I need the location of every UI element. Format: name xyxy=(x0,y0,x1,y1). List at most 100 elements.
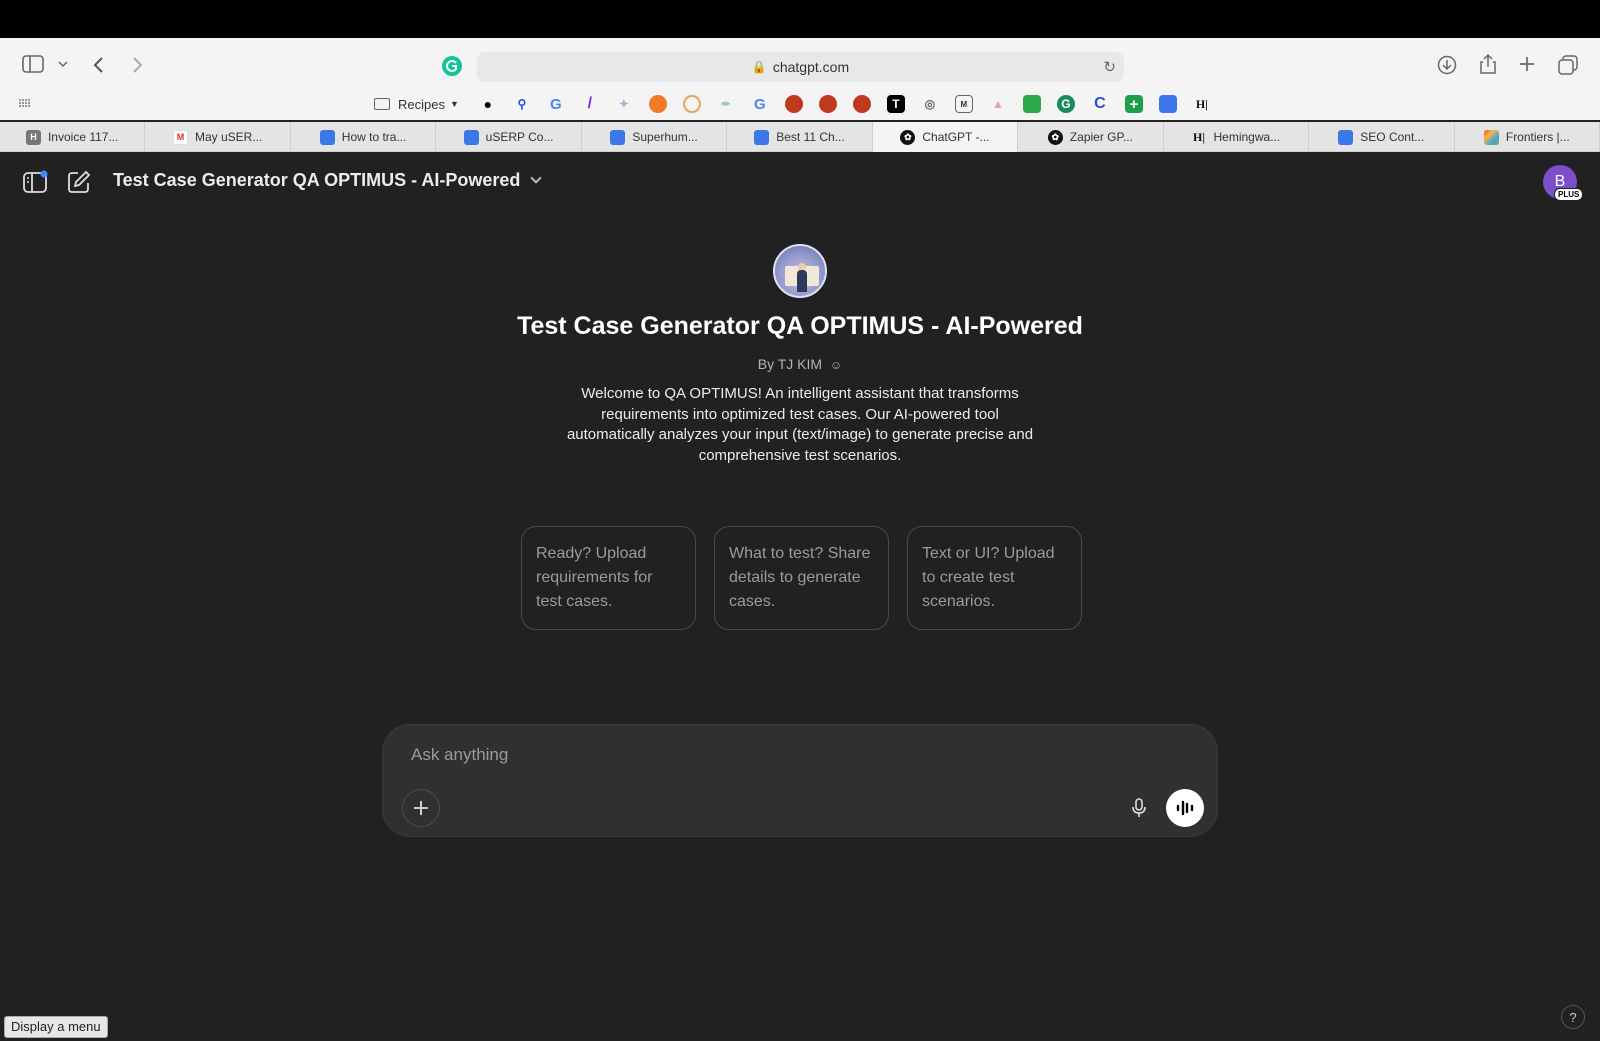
tab-zapier[interactable]: ✿ Zapier GP... xyxy=(1018,122,1164,152)
tab-doc[interactable]: How to tra... xyxy=(291,122,437,152)
address-bar[interactable]: 🔒 chatgpt.com ↻ xyxy=(477,52,1124,82)
tab-label: Invoice 117... xyxy=(47,130,119,144)
reload-icon[interactable]: ↻ xyxy=(1103,58,1116,76)
chevron-down-icon[interactable] xyxy=(58,60,68,68)
header-title: Test Case Generator QA OPTIMUS - AI-Powe… xyxy=(113,170,521,190)
plan-badge: PLUS xyxy=(1554,188,1584,201)
apple-bookmark-icon[interactable]: ● xyxy=(479,95,497,113)
tab-chatgpt[interactable]: ✿ ChatGPT -... xyxy=(872,122,1019,152)
globe-bookmark-icon[interactable]: ◎ xyxy=(921,95,939,113)
tab-doc[interactable]: uSERP Co... xyxy=(436,122,582,152)
tab-strip: H Invoice 117... M May uSER... How to tra.… xyxy=(0,122,1600,152)
google-bookmark-icon[interactable]: G xyxy=(751,95,769,113)
apps-grid-icon[interactable] xyxy=(18,98,32,108)
docs-bookmark-icon[interactable] xyxy=(1158,95,1177,113)
tab-label: Superhum... xyxy=(632,130,698,144)
c-bookmark-icon[interactable]: C xyxy=(1091,95,1109,113)
screen-top-bar xyxy=(0,0,1600,38)
bookmark-folder-label: Recipes xyxy=(398,96,445,112)
dictate-button[interactable] xyxy=(1120,789,1158,827)
slash-bookmark-icon[interactable]: / xyxy=(581,95,599,113)
tab-frontiers[interactable]: Frontiers |... xyxy=(1455,122,1600,152)
voice-mode-button[interactable] xyxy=(1166,789,1204,827)
tab-label: Best 11 Ch... xyxy=(776,130,845,144)
tab-doc[interactable]: Best 11 Ch... xyxy=(727,122,873,152)
gpt-name: Test Case Generator QA OPTIMUS - AI-Powe… xyxy=(517,312,1083,340)
sheets-bookmark-icon[interactable]: + xyxy=(1124,95,1143,113)
frontiers-icon xyxy=(1483,129,1499,145)
starter-card[interactable]: What to test? Share details to generate … xyxy=(714,526,889,630)
sidebar-icon[interactable] xyxy=(23,170,49,194)
red-bookmark-icon[interactable] xyxy=(818,95,837,113)
gpt-description: Welcome to QA OPTIMUS! An intelligent as… xyxy=(566,385,1034,464)
status-tooltip: Display a menu xyxy=(4,1016,108,1038)
search-bookmark-icon[interactable]: ⚲ xyxy=(513,95,531,113)
ring-bookmark-icon[interactable] xyxy=(682,95,701,113)
grammarly-icon[interactable] xyxy=(441,55,463,77)
tab-doc[interactable]: Superhum... xyxy=(582,122,728,152)
orange-bookmark-icon[interactable] xyxy=(648,95,667,113)
green-bookmark-icon[interactable] xyxy=(1022,95,1041,113)
sidebar-toggle-icon[interactable] xyxy=(22,55,44,73)
share-icon[interactable] xyxy=(1479,53,1497,75)
chevron-down-icon: ▼ xyxy=(449,99,459,109)
tab-invoice[interactable]: H Invoice 117... xyxy=(0,122,146,152)
help-button[interactable]: ? xyxy=(1561,1005,1585,1029)
tab-label: SEO Cont... xyxy=(1360,130,1425,144)
google-bookmark-icon[interactable]: G xyxy=(547,95,565,113)
plus-icon xyxy=(414,801,428,815)
grammarly-bookmark-icon[interactable]: G xyxy=(1056,95,1075,113)
feather-bookmark-icon[interactable]: ✒ xyxy=(717,95,735,113)
tab-label: Hemingwa... xyxy=(1213,130,1281,144)
tab-gmail[interactable]: M May uSER... xyxy=(145,122,291,152)
attach-button[interactable] xyxy=(402,789,440,827)
tab-overview-icon[interactable] xyxy=(1558,55,1578,75)
tab-label: How to tra... xyxy=(341,130,407,144)
red-bookmark-icon[interactable] xyxy=(852,95,871,113)
waveform-icon xyxy=(1176,800,1194,816)
chevron-down-icon xyxy=(530,172,543,184)
new-tab-icon[interactable] xyxy=(1518,55,1536,73)
pink-bookmark-icon[interactable]: ▲ xyxy=(989,95,1007,113)
tool-bookmark-icon[interactable]: ✦ xyxy=(615,95,633,113)
t-bookmark-icon[interactable]: T xyxy=(886,95,905,113)
openai-icon: ✿ xyxy=(1047,129,1063,145)
hemingway-bookmark-icon[interactable]: H| xyxy=(1193,95,1211,113)
folder-icon xyxy=(374,98,390,110)
starter-card[interactable]: Text or UI? Upload to create test scenar… xyxy=(907,526,1082,630)
tab-label: May uSER... xyxy=(195,130,263,144)
gpt-title-dropdown[interactable]: Test Case Generator QA OPTIMUS - AI-Powe… xyxy=(113,170,543,191)
tab-hemingway[interactable]: H| Hemingwa... xyxy=(1164,122,1310,152)
tab-label: Frontiers |... xyxy=(1505,130,1570,144)
person-icon: ☺ xyxy=(829,358,843,372)
tab-label: Zapier GP... xyxy=(1069,130,1133,144)
openai-icon: ✿ xyxy=(900,129,916,145)
byline-text: By TJ KIM xyxy=(757,356,823,372)
url-text: chatgpt.com xyxy=(772,59,850,75)
tab-label: ChatGPT -... xyxy=(922,130,990,144)
message-input[interactable] xyxy=(411,741,1171,769)
message-composer xyxy=(382,724,1218,837)
forward-icon[interactable] xyxy=(132,56,144,74)
tab-label: uSERP Co... xyxy=(485,130,554,144)
gpt-byline: By TJ KIM ☺ xyxy=(0,356,1600,372)
docs-icon xyxy=(754,129,770,145)
help-label: ? xyxy=(1569,1009,1577,1025)
gmail-icon: M xyxy=(173,129,188,145)
conversation-starters: Ready? Upload requirements for test case… xyxy=(521,526,1082,630)
download-icon[interactable] xyxy=(1437,55,1457,75)
docs-icon xyxy=(463,129,479,145)
microphone-icon xyxy=(1132,798,1146,817)
back-icon[interactable] xyxy=(92,56,104,74)
tab-doc[interactable]: SEO Cont... xyxy=(1309,122,1455,152)
red-bookmark-icon[interactable] xyxy=(784,95,803,113)
starter-card[interactable]: Ready? Upload requirements for test case… xyxy=(521,526,696,630)
new-chat-icon[interactable] xyxy=(67,170,91,194)
bookmark-folder-recipes[interactable]: Recipes ▼ xyxy=(374,97,459,112)
docs-icon xyxy=(1338,129,1354,145)
ms-bookmark-icon[interactable]: M xyxy=(954,95,973,113)
docs-icon xyxy=(319,129,335,145)
docs-icon xyxy=(610,129,626,145)
bookmarks-bar: Recipes ▼ ● ⚲ G / ✦ ✒ G T ◎ M ▲ G C + H| xyxy=(374,92,1219,116)
hemingway-icon: H| xyxy=(1193,129,1205,144)
